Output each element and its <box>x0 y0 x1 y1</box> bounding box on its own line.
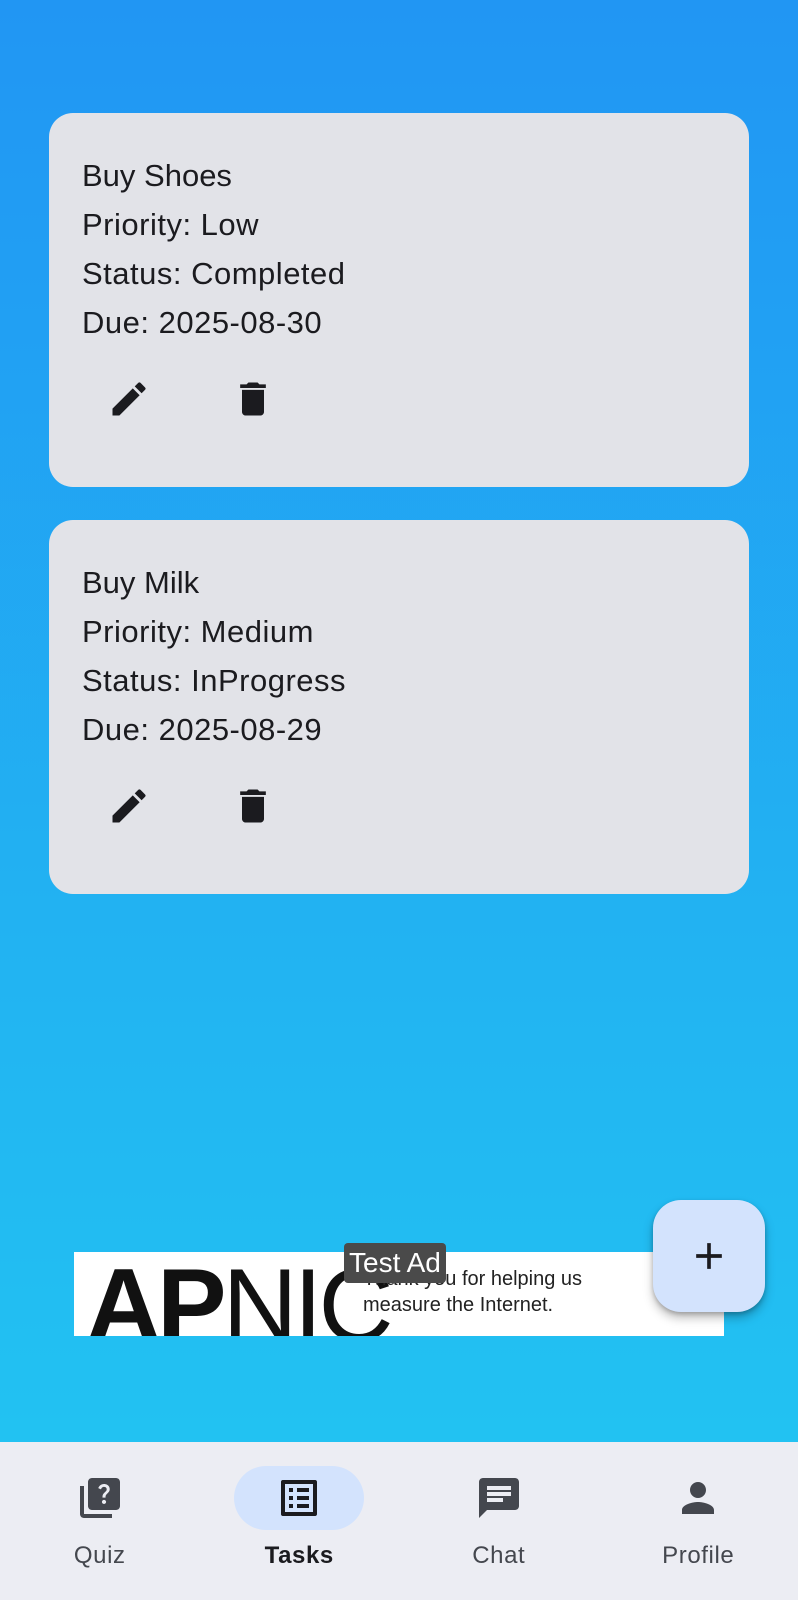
nav-item-quiz[interactable]: Quiz <box>0 1442 200 1600</box>
delete-button[interactable] <box>231 377 275 421</box>
task-due-date: Due: 2025-08-30 <box>82 305 323 340</box>
task-actions <box>107 784 275 828</box>
task-card[interactable]: Buy Shoes Priority: Low Status: Complete… <box>49 113 749 487</box>
quiz-icon <box>79 1478 120 1518</box>
nav-indicator <box>633 1466 763 1530</box>
edit-button[interactable] <box>107 784 151 828</box>
nav-item-chat[interactable]: Chat <box>399 1442 599 1600</box>
trash-icon <box>240 789 266 823</box>
task-priority: Priority: Low <box>82 207 260 242</box>
plus-icon <box>696 1243 722 1269</box>
task-list-screen: Buy Shoes Priority: Low Status: Complete… <box>0 0 798 1442</box>
nav-indicator <box>35 1466 165 1530</box>
task-title: Buy Shoes <box>82 158 232 193</box>
nav-indicator <box>234 1466 365 1530</box>
bottom-navigation-bar: Quiz Tasks Chat Profile <box>0 1442 798 1600</box>
pencil-icon <box>112 789 146 823</box>
chat-icon <box>478 1478 519 1518</box>
add-task-button[interactable] <box>653 1200 765 1312</box>
nav-indicator <box>434 1466 564 1530</box>
person-icon <box>682 1482 715 1514</box>
task-status: Status: InProgress <box>82 663 347 698</box>
nav-item-tasks[interactable]: Tasks <box>200 1442 400 1600</box>
delete-button[interactable] <box>231 784 275 828</box>
nav-item-profile[interactable]: Profile <box>599 1442 798 1600</box>
pencil-icon <box>112 382 146 416</box>
task-due-date: Due: 2025-08-29 <box>82 712 323 747</box>
nav-label: Tasks <box>264 1542 334 1569</box>
nav-label: Profile <box>662 1542 735 1569</box>
edit-button[interactable] <box>107 377 151 421</box>
task-actions <box>107 377 275 421</box>
trash-icon <box>240 382 266 416</box>
task-title: Buy Milk <box>82 565 200 600</box>
task-priority: Priority: Medium <box>82 614 314 649</box>
nav-label: Chat <box>472 1542 526 1569</box>
task-card[interactable]: Buy Milk Priority: Medium Status: InProg… <box>49 520 749 894</box>
test-ad-badge: Test Ad <box>344 1243 446 1283</box>
task-status: Status: Completed <box>82 256 346 291</box>
list-icon <box>281 1480 318 1516</box>
nav-label: Quiz <box>73 1542 126 1569</box>
